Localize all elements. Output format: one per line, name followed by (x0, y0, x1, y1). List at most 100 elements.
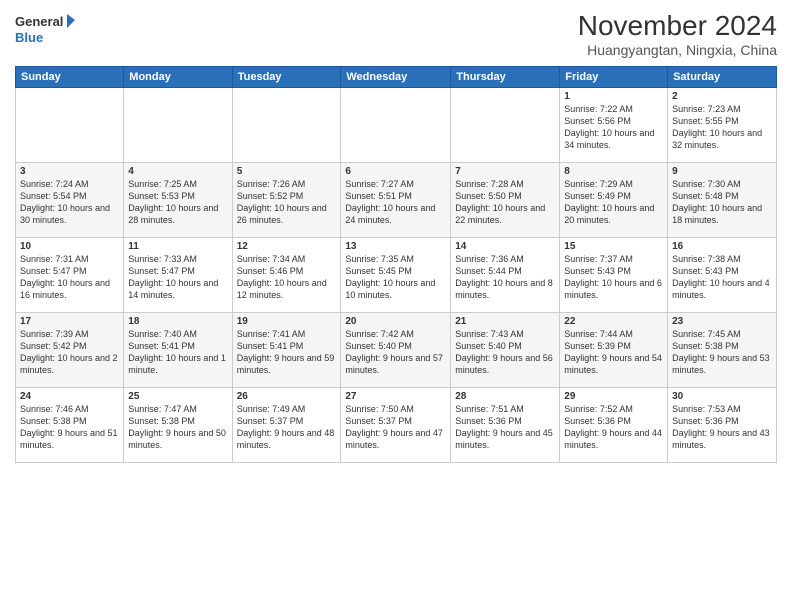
day-number: 23 (672, 316, 772, 327)
day-cell-10: 10Sunrise: 7:31 AM Sunset: 5:47 PM Dayli… (16, 238, 124, 313)
day-cell-8: 8Sunrise: 7:29 AM Sunset: 5:49 PM Daylig… (560, 163, 668, 238)
day-cell-4: 4Sunrise: 7:25 AM Sunset: 5:53 PM Daylig… (124, 163, 232, 238)
day-cell-30: 30Sunrise: 7:53 AM Sunset: 5:36 PM Dayli… (668, 388, 777, 463)
empty-cell (341, 88, 451, 163)
day-cell-19: 19Sunrise: 7:41 AM Sunset: 5:41 PM Dayli… (232, 313, 341, 388)
day-info: Sunrise: 7:37 AM Sunset: 5:43 PM Dayligh… (564, 253, 663, 302)
day-cell-6: 6Sunrise: 7:27 AM Sunset: 5:51 PM Daylig… (341, 163, 451, 238)
day-cell-22: 22Sunrise: 7:44 AM Sunset: 5:39 PM Dayli… (560, 313, 668, 388)
day-number: 17 (20, 316, 119, 327)
day-info: Sunrise: 7:41 AM Sunset: 5:41 PM Dayligh… (237, 328, 337, 377)
week-row-1: 1Sunrise: 7:22 AM Sunset: 5:56 PM Daylig… (16, 88, 777, 163)
day-info: Sunrise: 7:53 AM Sunset: 5:36 PM Dayligh… (672, 403, 772, 452)
day-info: Sunrise: 7:50 AM Sunset: 5:37 PM Dayligh… (345, 403, 446, 452)
header-wednesday: Wednesday (341, 67, 451, 88)
day-cell-28: 28Sunrise: 7:51 AM Sunset: 5:36 PM Dayli… (451, 388, 560, 463)
day-info: Sunrise: 7:40 AM Sunset: 5:41 PM Dayligh… (128, 328, 227, 377)
day-info: Sunrise: 7:46 AM Sunset: 5:38 PM Dayligh… (20, 403, 119, 452)
header-saturday: Saturday (668, 67, 777, 88)
day-info: Sunrise: 7:22 AM Sunset: 5:56 PM Dayligh… (564, 103, 663, 152)
header-thursday: Thursday (451, 67, 560, 88)
week-row-2: 3Sunrise: 7:24 AM Sunset: 5:54 PM Daylig… (16, 163, 777, 238)
day-number: 12 (237, 241, 337, 252)
day-number: 13 (345, 241, 446, 252)
day-number: 8 (564, 166, 663, 177)
week-row-3: 10Sunrise: 7:31 AM Sunset: 5:47 PM Dayli… (16, 238, 777, 313)
day-number: 18 (128, 316, 227, 327)
day-info: Sunrise: 7:52 AM Sunset: 5:36 PM Dayligh… (564, 403, 663, 452)
day-cell-15: 15Sunrise: 7:37 AM Sunset: 5:43 PM Dayli… (560, 238, 668, 313)
day-cell-3: 3Sunrise: 7:24 AM Sunset: 5:54 PM Daylig… (16, 163, 124, 238)
day-number: 2 (672, 91, 772, 102)
day-number: 29 (564, 391, 663, 402)
day-info: Sunrise: 7:25 AM Sunset: 5:53 PM Dayligh… (128, 178, 227, 227)
header-monday: Monday (124, 67, 232, 88)
day-info: Sunrise: 7:44 AM Sunset: 5:39 PM Dayligh… (564, 328, 663, 377)
calendar-header-row: SundayMondayTuesdayWednesdayThursdayFrid… (16, 67, 777, 88)
location: Huangyangtan, Ningxia, China (578, 42, 777, 58)
day-number: 27 (345, 391, 446, 402)
header-tuesday: Tuesday (232, 67, 341, 88)
day-number: 14 (455, 241, 555, 252)
day-cell-21: 21Sunrise: 7:43 AM Sunset: 5:40 PM Dayli… (451, 313, 560, 388)
day-number: 21 (455, 316, 555, 327)
day-info: Sunrise: 7:39 AM Sunset: 5:42 PM Dayligh… (20, 328, 119, 377)
day-number: 25 (128, 391, 227, 402)
logo: General Blue (15, 10, 75, 48)
page: General Blue November 2024 Huangyangtan,… (0, 0, 792, 612)
day-cell-13: 13Sunrise: 7:35 AM Sunset: 5:45 PM Dayli… (341, 238, 451, 313)
header: General Blue November 2024 Huangyangtan,… (15, 10, 777, 58)
day-cell-27: 27Sunrise: 7:50 AM Sunset: 5:37 PM Dayli… (341, 388, 451, 463)
day-cell-12: 12Sunrise: 7:34 AM Sunset: 5:46 PM Dayli… (232, 238, 341, 313)
day-number: 10 (20, 241, 119, 252)
title-block: November 2024 Huangyangtan, Ningxia, Chi… (578, 10, 777, 58)
day-info: Sunrise: 7:29 AM Sunset: 5:49 PM Dayligh… (564, 178, 663, 227)
month-title: November 2024 (578, 10, 777, 42)
day-cell-2: 2Sunrise: 7:23 AM Sunset: 5:55 PM Daylig… (668, 88, 777, 163)
day-number: 30 (672, 391, 772, 402)
empty-cell (232, 88, 341, 163)
day-cell-25: 25Sunrise: 7:47 AM Sunset: 5:38 PM Dayli… (124, 388, 232, 463)
day-number: 15 (564, 241, 663, 252)
day-number: 16 (672, 241, 772, 252)
day-info: Sunrise: 7:49 AM Sunset: 5:37 PM Dayligh… (237, 403, 337, 452)
day-number: 24 (20, 391, 119, 402)
day-number: 19 (237, 316, 337, 327)
calendar: SundayMondayTuesdayWednesdayThursdayFrid… (15, 66, 777, 463)
day-cell-7: 7Sunrise: 7:28 AM Sunset: 5:50 PM Daylig… (451, 163, 560, 238)
header-friday: Friday (560, 67, 668, 88)
day-cell-24: 24Sunrise: 7:46 AM Sunset: 5:38 PM Dayli… (16, 388, 124, 463)
day-number: 4 (128, 166, 227, 177)
day-info: Sunrise: 7:28 AM Sunset: 5:50 PM Dayligh… (455, 178, 555, 227)
header-sunday: Sunday (16, 67, 124, 88)
empty-cell (124, 88, 232, 163)
day-number: 5 (237, 166, 337, 177)
day-number: 22 (564, 316, 663, 327)
day-info: Sunrise: 7:47 AM Sunset: 5:38 PM Dayligh… (128, 403, 227, 452)
day-info: Sunrise: 7:30 AM Sunset: 5:48 PM Dayligh… (672, 178, 772, 227)
day-cell-16: 16Sunrise: 7:38 AM Sunset: 5:43 PM Dayli… (668, 238, 777, 313)
day-cell-17: 17Sunrise: 7:39 AM Sunset: 5:42 PM Dayli… (16, 313, 124, 388)
day-info: Sunrise: 7:45 AM Sunset: 5:38 PM Dayligh… (672, 328, 772, 377)
day-cell-18: 18Sunrise: 7:40 AM Sunset: 5:41 PM Dayli… (124, 313, 232, 388)
day-info: Sunrise: 7:38 AM Sunset: 5:43 PM Dayligh… (672, 253, 772, 302)
week-row-5: 24Sunrise: 7:46 AM Sunset: 5:38 PM Dayli… (16, 388, 777, 463)
day-info: Sunrise: 7:23 AM Sunset: 5:55 PM Dayligh… (672, 103, 772, 152)
day-cell-29: 29Sunrise: 7:52 AM Sunset: 5:36 PM Dayli… (560, 388, 668, 463)
day-info: Sunrise: 7:33 AM Sunset: 5:47 PM Dayligh… (128, 253, 227, 302)
day-cell-23: 23Sunrise: 7:45 AM Sunset: 5:38 PM Dayli… (668, 313, 777, 388)
day-info: Sunrise: 7:35 AM Sunset: 5:45 PM Dayligh… (345, 253, 446, 302)
day-number: 9 (672, 166, 772, 177)
week-row-4: 17Sunrise: 7:39 AM Sunset: 5:42 PM Dayli… (16, 313, 777, 388)
empty-cell (16, 88, 124, 163)
calendar-body: 1Sunrise: 7:22 AM Sunset: 5:56 PM Daylig… (16, 88, 777, 463)
day-cell-11: 11Sunrise: 7:33 AM Sunset: 5:47 PM Dayli… (124, 238, 232, 313)
day-info: Sunrise: 7:51 AM Sunset: 5:36 PM Dayligh… (455, 403, 555, 452)
logo-svg: General Blue (15, 10, 75, 48)
day-number: 7 (455, 166, 555, 177)
svg-text:General: General (15, 14, 63, 29)
day-info: Sunrise: 7:31 AM Sunset: 5:47 PM Dayligh… (20, 253, 119, 302)
day-cell-14: 14Sunrise: 7:36 AM Sunset: 5:44 PM Dayli… (451, 238, 560, 313)
day-number: 11 (128, 241, 227, 252)
day-cell-26: 26Sunrise: 7:49 AM Sunset: 5:37 PM Dayli… (232, 388, 341, 463)
